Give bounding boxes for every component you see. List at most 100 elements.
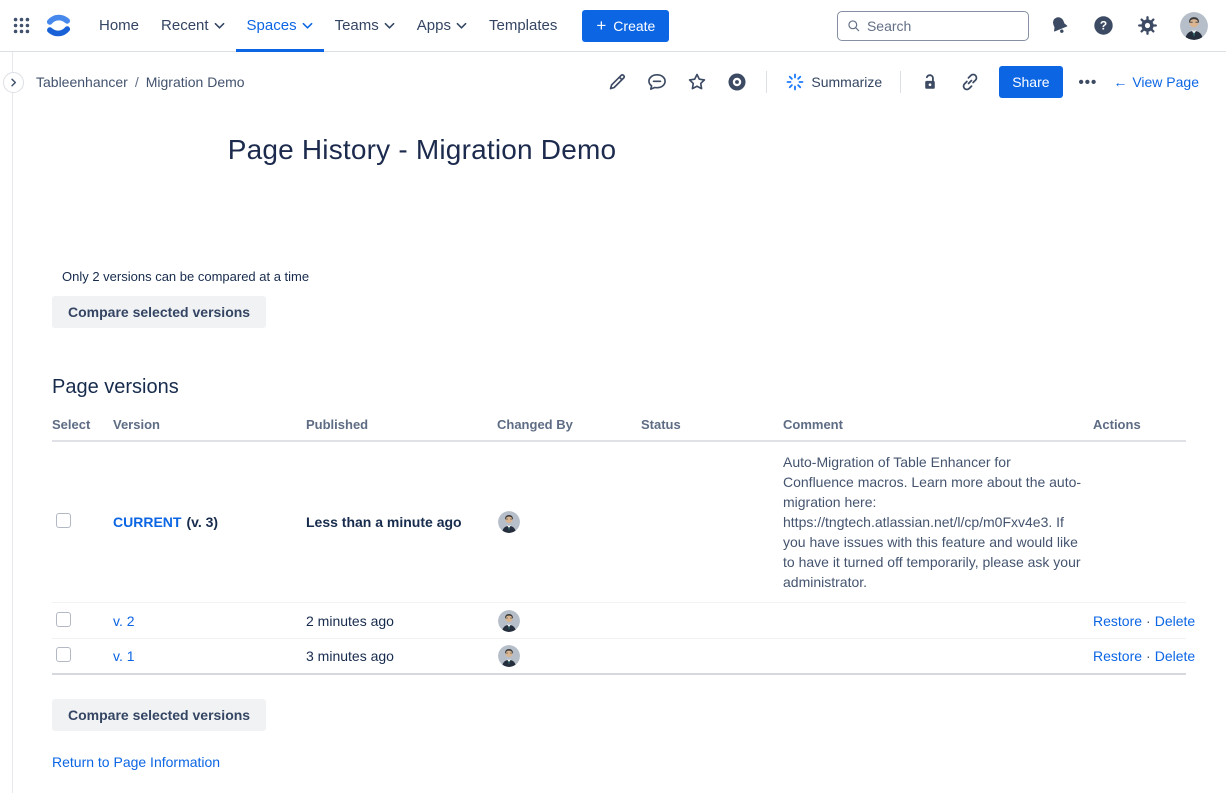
header-actions: Actions	[1093, 417, 1186, 432]
actions-cell: Restore·Delete	[1093, 648, 1186, 664]
table-row-current: CURRENT(v. 3) Less than a minute ago Aut…	[52, 442, 1186, 603]
user-avatar	[1180, 12, 1208, 40]
compare-selected-versions-button-top[interactable]: Compare selected versions	[52, 296, 266, 328]
page-versions-heading: Page versions	[52, 376, 1186, 399]
view-page-link[interactable]: ← View Page	[1113, 74, 1199, 90]
nav-item-teams[interactable]: Teams	[324, 0, 406, 52]
eye-icon	[726, 71, 748, 93]
changed-by-avatar[interactable]	[498, 511, 520, 533]
app-switcher-button[interactable]	[10, 14, 33, 37]
summarize-button[interactable]: Summarize	[781, 68, 886, 96]
svg-text:?: ?	[1100, 19, 1107, 33]
breadcrumb-separator: /	[135, 74, 139, 90]
nav-label: Spaces	[247, 17, 297, 34]
nav-item-templates[interactable]: Templates	[478, 0, 568, 52]
changed-by-avatar[interactable]	[498, 645, 520, 667]
nav-label: Home	[99, 17, 139, 34]
nav-label: Teams	[335, 17, 379, 34]
chevron-down-icon	[384, 22, 395, 30]
version-checkbox[interactable]	[56, 647, 71, 662]
breadcrumb-toolbar-row: Tableenhancer / Migration Demo	[0, 52, 1226, 112]
page-tools: Summarize Share ••• ← View Page	[602, 66, 1199, 98]
chevron-down-icon	[456, 22, 467, 30]
notifications-button[interactable]	[1046, 12, 1073, 39]
nav-label: Recent	[161, 17, 209, 34]
published-cell: 2 minutes ago	[306, 613, 497, 629]
comment-cell	[783, 611, 1093, 631]
left-arrow-icon: ←	[1113, 74, 1127, 90]
version-link-current[interactable]: CURRENT	[113, 514, 181, 530]
version-checkbox[interactable]	[56, 612, 71, 627]
breadcrumb-page-link[interactable]: Migration Demo	[146, 74, 245, 90]
copy-link-button[interactable]	[955, 67, 985, 97]
delete-link[interactable]: Delete	[1155, 648, 1195, 664]
breadcrumb: Tableenhancer / Migration Demo	[36, 74, 245, 90]
header-select: Select	[52, 417, 113, 432]
more-options-button[interactable]: •••	[1073, 70, 1104, 95]
toolbar-divider	[900, 71, 901, 93]
confluence-logo-icon	[45, 12, 72, 39]
comments-button[interactable]	[642, 67, 672, 97]
help-button[interactable]: ?	[1090, 12, 1117, 39]
versions-table: Select Version Published Changed By Stat…	[52, 411, 1186, 675]
summarize-label: Summarize	[811, 74, 882, 90]
sparkle-icon	[785, 72, 805, 92]
toolbar-divider	[766, 71, 767, 93]
grid-icon	[12, 16, 31, 35]
changed-by-avatar[interactable]	[498, 610, 520, 632]
favourite-button[interactable]	[682, 67, 712, 97]
actions-separator: ·	[1146, 648, 1151, 664]
search-icon	[846, 17, 861, 34]
topbar-right-group: ?	[837, 10, 1210, 42]
search-input[interactable]	[867, 18, 1020, 34]
published-cell: Less than a minute ago	[306, 514, 497, 530]
chevron-down-icon	[214, 22, 225, 30]
page-history-content: Only 2 versions can be compared at a tim…	[52, 269, 1186, 772]
chevron-right-icon	[8, 77, 19, 88]
create-button[interactable]: + Create	[582, 10, 669, 42]
edit-button[interactable]	[602, 67, 632, 97]
return-to-page-information-link[interactable]: Return to Page Information	[52, 754, 220, 770]
compare-selected-versions-button-bottom[interactable]: Compare selected versions	[52, 699, 266, 731]
nav-item-home[interactable]: Home	[88, 0, 150, 52]
header-comment: Comment	[783, 417, 1093, 432]
delete-link[interactable]: Delete	[1155, 613, 1195, 629]
gear-icon	[1136, 14, 1159, 37]
star-icon	[686, 71, 708, 93]
pencil-icon	[606, 71, 628, 93]
version-link-v1[interactable]: v. 1	[113, 648, 135, 664]
table-header-row: Select Version Published Changed By Stat…	[52, 411, 1186, 442]
plus-icon: +	[596, 17, 606, 34]
profile-button[interactable]	[1178, 10, 1210, 42]
nav-item-spaces[interactable]: Spaces	[236, 0, 324, 52]
primary-nav: Home Recent Spaces Teams Apps Templates	[88, 0, 568, 52]
breadcrumb-space-link[interactable]: Tableenhancer	[36, 74, 128, 90]
table-row-v2: v. 2 2 minutes ago Restore·Delete	[52, 603, 1186, 639]
restrictions-button[interactable]	[915, 67, 945, 97]
comment-cell	[783, 646, 1093, 666]
version-link-v2[interactable]: v. 2	[113, 613, 135, 629]
restore-link[interactable]: Restore	[1093, 613, 1142, 629]
settings-button[interactable]	[1134, 12, 1161, 39]
nav-item-apps[interactable]: Apps	[406, 0, 478, 52]
restore-link[interactable]: Restore	[1093, 648, 1142, 664]
chevron-down-icon	[302, 22, 313, 30]
nav-label: Templates	[489, 17, 557, 34]
nav-item-recent[interactable]: Recent	[150, 0, 236, 52]
sidebar-rail-divider	[12, 52, 13, 793]
version-suffix: (v. 3)	[186, 514, 218, 530]
bell-icon	[1048, 14, 1071, 37]
expand-sidebar-button[interactable]	[3, 72, 24, 93]
search-box[interactable]	[837, 11, 1029, 41]
version-checkbox[interactable]	[56, 513, 71, 528]
watch-button[interactable]	[722, 67, 752, 97]
compare-note: Only 2 versions can be compared at a tim…	[62, 269, 1186, 284]
top-navigation-bar: Home Recent Spaces Teams Apps Templates …	[0, 0, 1226, 52]
header-published: Published	[306, 417, 497, 432]
header-version: Version	[113, 417, 306, 432]
table-row-v1: v. 1 3 minutes ago Restore·Delete	[52, 639, 1186, 675]
view-page-label: View Page	[1132, 74, 1199, 90]
share-button[interactable]: Share	[999, 66, 1062, 98]
confluence-logo[interactable]	[43, 10, 74, 41]
header-changed-by: Changed By	[497, 417, 641, 432]
